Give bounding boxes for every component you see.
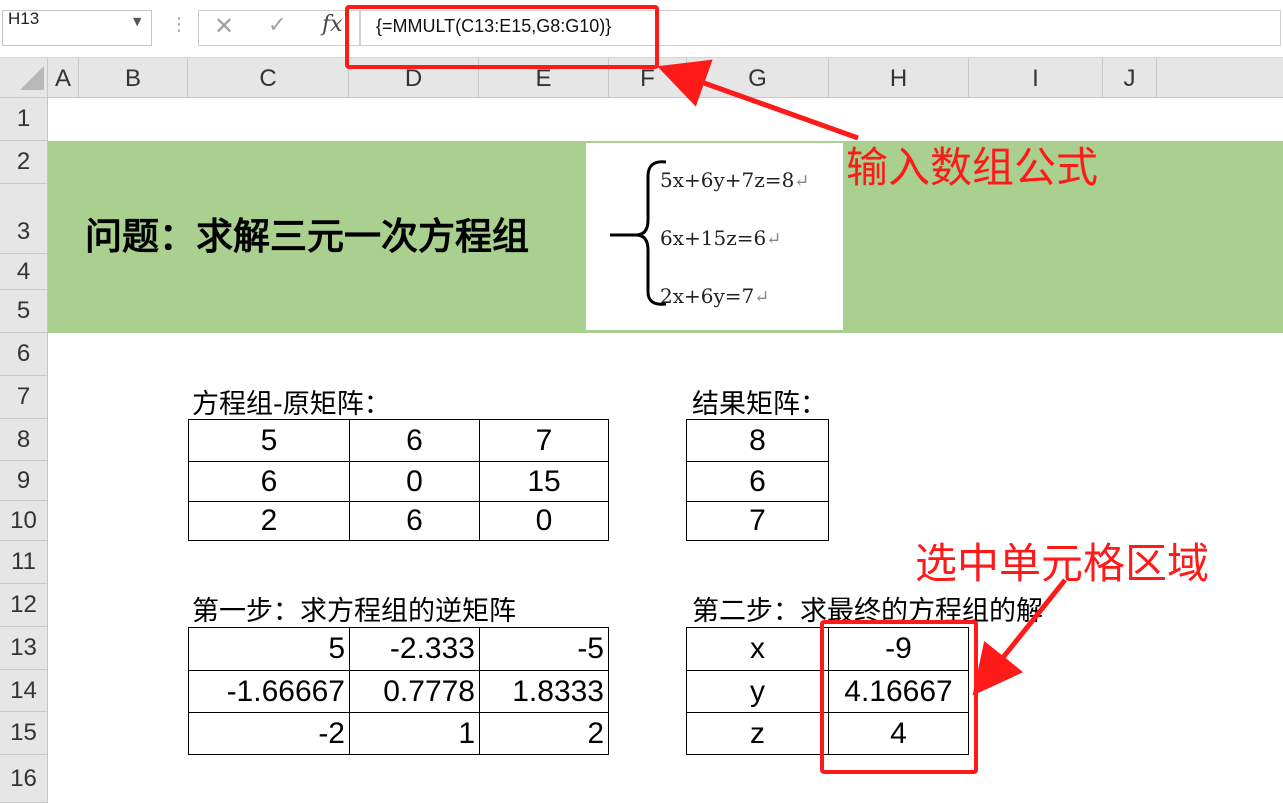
arrow-to-formula-icon bbox=[657, 59, 859, 141]
callout-select-range: 选中单元格区域 bbox=[915, 539, 1210, 588]
arrow-to-range-icon bbox=[972, 578, 1067, 696]
callout-input-array-formula: 输入数组公式 bbox=[846, 143, 1099, 192]
annotation-arrows bbox=[657, 59, 1067, 696]
